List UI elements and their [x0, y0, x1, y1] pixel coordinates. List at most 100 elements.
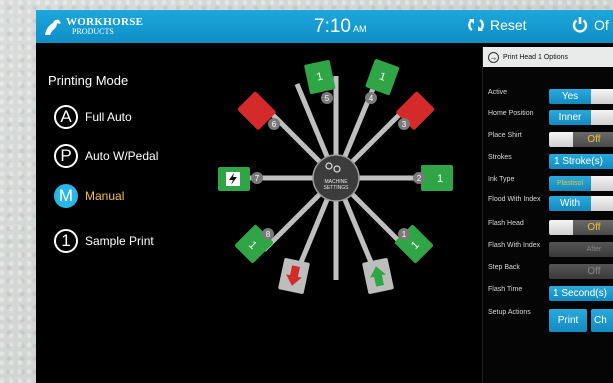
head-number: 2 [417, 174, 422, 183]
head-number: 7 [255, 174, 260, 183]
head-number: 8 [266, 230, 271, 239]
flash-head-7[interactable] [218, 167, 250, 191]
head-pad-count: 1 [437, 173, 443, 185]
option-setup-actions: Setup Actions Print Ch [483, 309, 613, 332]
panel-header[interactable]: → Print Head 1 Options [483, 47, 613, 67]
ink-type-toggle[interactable]: Plastisol [549, 176, 613, 191]
power-off-button[interactable]: Of [572, 16, 609, 33]
toggle-value: Plastisol [549, 176, 591, 191]
print-head-5[interactable]: 1 [304, 60, 336, 95]
unload-station[interactable] [278, 258, 310, 295]
mode-label: Auto W/Pedal [85, 149, 159, 163]
print-head-2[interactable]: 1 [421, 165, 453, 191]
option-flash-head: Flash Head Off [483, 220, 613, 240]
printing-mode-title: Printing Mode [48, 73, 129, 88]
reset-icon [468, 19, 484, 31]
selector-value: 1 Second(s) [553, 288, 607, 299]
machine-settings-label-2: SETTINGS [323, 185, 349, 191]
toggle-thumb [549, 264, 573, 279]
print-button-label: Print [557, 315, 579, 326]
option-step-back: Step Back Off [483, 264, 613, 284]
strokes-selector[interactable]: 1 Stroke(s) [549, 154, 613, 169]
toggle-thumb [591, 110, 613, 125]
brand-logo: WORKHORSE PRODUCTS [42, 14, 143, 40]
toggle-thumb [549, 242, 573, 257]
option-active: Active Yes [483, 89, 613, 109]
reset-label: Reset [490, 17, 527, 33]
option-place-shirt: Place Shirt Off [483, 132, 613, 152]
machine-carousel: 1 1 1 2 3 1 4 1 5 6 7 1 8 MACHINE SETTIN… [218, 59, 453, 295]
change-button-label: Ch [594, 315, 607, 326]
brand-name: WORKHORSE [66, 16, 144, 28]
flood-with-index-toggle[interactable]: With [549, 196, 613, 211]
head-number: 3 [402, 120, 407, 129]
active-toggle[interactable]: Yes [549, 89, 613, 104]
head-number: 1 [402, 230, 407, 239]
home-position-toggle[interactable]: Inner [549, 110, 613, 125]
top-bar: WORKHORSE PRODUCTS 7:10 AM Reset Of [36, 10, 613, 43]
option-label: Active [488, 89, 508, 96]
option-home-position: Home Position Inner [483, 110, 613, 130]
option-label: Ink Type [488, 176, 515, 183]
horse-logo-icon [45, 19, 61, 35]
toggle-value: Inner [549, 110, 591, 125]
mode-label: Full Auto [85, 110, 132, 124]
place-shirt-toggle[interactable]: Off [549, 132, 613, 147]
option-label: Flash Time [488, 286, 523, 293]
mode-label: Manual [85, 189, 125, 203]
option-label: Flash With Index [488, 242, 541, 249]
toggle-value: Off [573, 220, 613, 235]
mode-sample-print[interactable]: 1 Sample Print [54, 229, 154, 253]
reset-button[interactable]: Reset [468, 17, 527, 33]
machine-settings-button[interactable]: MACHINE SETTINGS [312, 154, 360, 202]
clock-time: 7:10 [314, 16, 351, 37]
mode-glyph: P [54, 144, 78, 168]
load-station[interactable] [362, 258, 394, 295]
toggle-value: Off [573, 132, 613, 147]
option-label: Step Back [488, 264, 520, 271]
option-label: Strokes [488, 154, 512, 161]
mode-manual[interactable]: M Manual [54, 184, 124, 208]
mode-auto-pedal[interactable]: P Auto W/Pedal [54, 144, 158, 168]
option-flash-with-index: Flash With Index After [483, 242, 613, 262]
option-label: Flash Head [488, 220, 524, 227]
option-label: Place Shirt [488, 132, 522, 139]
mode-glyph: M [54, 184, 78, 208]
toggle-thumb [591, 176, 613, 191]
head-number: 6 [272, 120, 277, 129]
toggle-value: After [573, 242, 613, 257]
flash-time-selector[interactable]: 1 Second(s) [549, 286, 613, 301]
print-head-options-panel: → Print Head 1 Options Active Yes Home P… [482, 47, 613, 383]
arrow-right-icon: → [488, 51, 499, 63]
mode-full-auto[interactable]: A Full Auto [54, 105, 132, 129]
brand-subtitle: PRODUCTS [72, 27, 114, 36]
flash-head-toggle[interactable]: Off [549, 220, 613, 235]
head-number: 4 [369, 94, 374, 103]
toggle-value: With [549, 196, 591, 211]
clock: 7:10 AM [314, 16, 366, 38]
print-button[interactable]: Print [549, 309, 587, 332]
power-icon [572, 17, 588, 33]
change-button[interactable]: Ch [591, 309, 613, 332]
clock-ampm: AM [352, 24, 367, 34]
selector-value: 1 Stroke(s) [554, 156, 603, 167]
toggle-value: Yes [549, 89, 591, 104]
toggle-value: Off [573, 264, 613, 279]
mode-glyph: A [54, 105, 78, 129]
option-label: Setup Actions [488, 309, 531, 316]
touch-screen: WORKHORSE PRODUCTS 7:10 AM Reset Of Print… [36, 10, 613, 383]
mode-label: Sample Print [85, 234, 154, 248]
mode-glyph: 1 [54, 229, 78, 253]
flash-with-index-toggle[interactable]: After [549, 242, 613, 257]
power-label: Of [594, 16, 609, 33]
toggle-thumb [549, 132, 573, 147]
toggle-thumb [591, 196, 613, 211]
step-back-toggle[interactable]: Off [549, 264, 613, 279]
option-ink-type: Ink Type Plastisol [483, 176, 613, 196]
option-label: Flood With Index [488, 196, 541, 203]
option-flash-time: Flash Time 1 Second(s) [483, 286, 613, 306]
option-flood-with-index: Flood With Index With [483, 196, 613, 216]
toggle-thumb [591, 89, 613, 104]
panel-title: Print Head 1 Options [503, 53, 568, 61]
option-strokes: Strokes 1 Stroke(s) [483, 154, 613, 174]
